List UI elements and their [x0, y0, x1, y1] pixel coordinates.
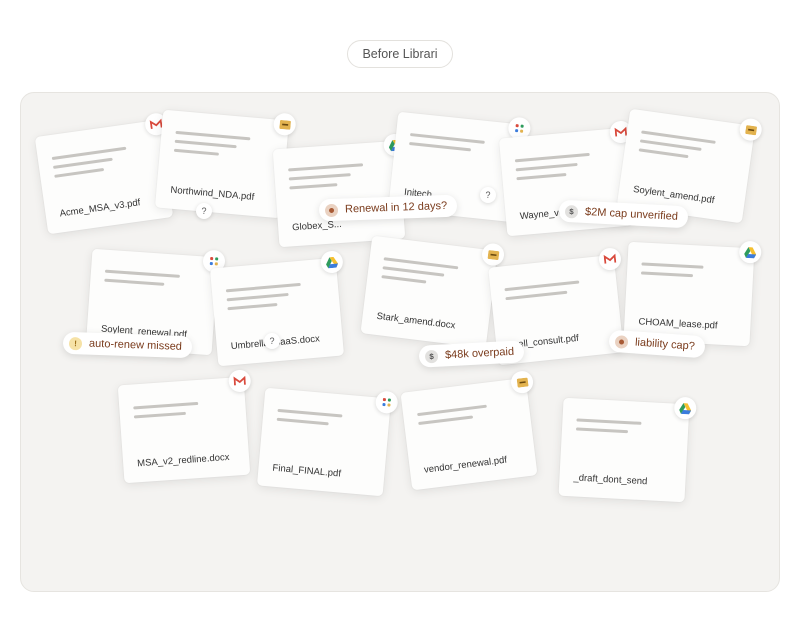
header-label: Before Librari: [347, 40, 453, 68]
document-card[interactable]: Stark_amend.docx: [360, 235, 506, 349]
document-card[interactable]: Northwind_NDA.pdf: [154, 109, 297, 219]
dollar-icon: $: [424, 349, 439, 363]
document-filename: Acme_MSA_v3.pdf: [58, 197, 142, 220]
document-filename: vendor_renewal.pdf: [423, 454, 508, 476]
box-icon: [509, 369, 535, 395]
gmail-icon: [597, 246, 623, 272]
question-mark-icon: ?: [264, 333, 280, 349]
google-drive-icon: [738, 240, 762, 264]
alert-text: $2M cap unverified: [584, 205, 679, 223]
dollar-icon: $: [564, 204, 579, 219]
document-filename: Stark_amend.docx: [375, 310, 456, 332]
box-icon: [738, 117, 764, 143]
document-card[interactable]: Umbrella_SaaS.docx: [209, 250, 345, 367]
document-card[interactable]: vendor_renewal.pdf: [400, 369, 538, 491]
document-card[interactable]: Final_FINAL.pdf: [256, 387, 399, 497]
box-icon: [480, 242, 506, 267]
alert-text: auto-renew missed: [88, 337, 183, 353]
document-filename: MSA_v2_redline.docx: [136, 451, 230, 470]
alert-text: Renewal in 12 days?: [344, 199, 448, 216]
alert-text: liability cap?: [634, 336, 696, 353]
gmail-icon: [227, 369, 252, 393]
google-drive-icon: [673, 396, 697, 420]
document-card[interactable]: _draft_dont_send: [558, 396, 697, 503]
question-mark-icon: ?: [196, 203, 212, 219]
alert-text: $48k overpaid: [444, 345, 515, 362]
box-icon: [272, 112, 297, 137]
document-card[interactable]: Acme_MSA_v3.pdf: [34, 111, 174, 235]
document-filename: Globex_S...: [291, 218, 343, 234]
warning-icon: !: [68, 336, 83, 350]
document-filename: Northwind_NDA.pdf: [170, 184, 255, 203]
question-mark-icon: ?: [480, 187, 496, 203]
bell-icon: [614, 334, 629, 349]
document-card[interactable]: MSA_v2_redline.docx: [117, 369, 252, 484]
document-filename: Final_FINAL.pdf: [272, 462, 342, 480]
document-clutter-canvas: Acme_MSA_v3.pdf Northwind_NDA.pdf Globex…: [20, 92, 780, 592]
document-filename: _draft_dont_send: [573, 472, 648, 488]
document-card[interactable]: CHOAM_lease.pdf: [623, 240, 762, 347]
slack-icon: [374, 390, 399, 415]
alert-chip[interactable]: ! auto-renew missed: [62, 331, 193, 359]
alert-chip[interactable]: Renewal in 12 days?: [318, 194, 458, 222]
document-filename: CHOAM_lease.pdf: [638, 316, 718, 332]
google-drive-icon: [319, 250, 344, 274]
bell-icon: [324, 203, 339, 217]
document-card[interactable]: Globex_S...: [272, 133, 407, 248]
document-filename: Soylent_amend.pdf: [632, 183, 716, 207]
